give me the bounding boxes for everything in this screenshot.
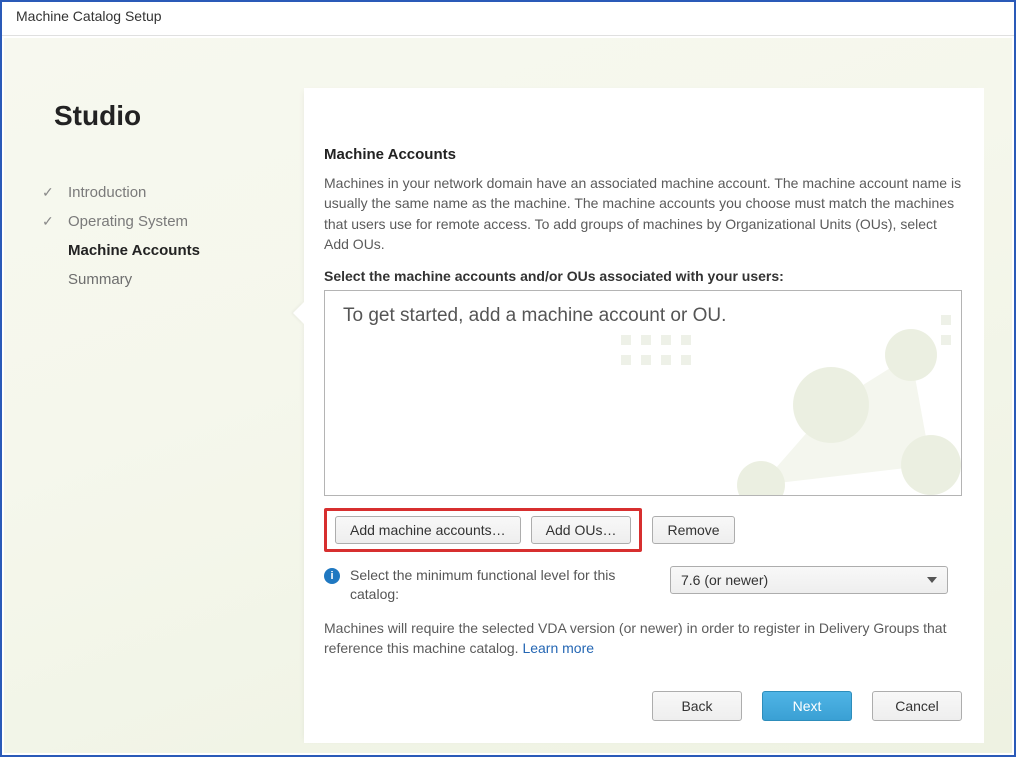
learn-more-link[interactable]: Learn more — [522, 640, 594, 656]
step-label: Introduction — [68, 184, 146, 201]
chevron-down-icon — [927, 577, 937, 583]
back-button[interactable]: Back — [652, 691, 742, 721]
panel-notch — [293, 302, 304, 324]
step-operating-system[interactable]: ✓ Operating System — [42, 207, 272, 236]
wizard-sidebar: Studio ✓ Introduction ✓ Operating System… — [42, 100, 272, 294]
functional-level-row: i Select the minimum functional level fo… — [324, 566, 962, 604]
list-heading: Select the machine accounts and/or OUs a… — [324, 268, 962, 284]
page-description: Machines in your network domain have an … — [324, 173, 962, 254]
select-value: 7.6 (or newer) — [681, 572, 768, 588]
content-area: Studio ✓ Introduction ✓ Operating System… — [4, 38, 1012, 753]
accounts-listbox[interactable]: To get started, add a machine account or… — [324, 290, 962, 496]
brand-title: Studio — [54, 100, 272, 132]
listbox-buttons: Add machine accounts… Add OUs… Remove — [324, 508, 962, 552]
functional-level-select[interactable]: 7.6 (or newer) — [670, 566, 948, 594]
check-icon: ✓ — [42, 184, 58, 201]
add-ous-button[interactable]: Add OUs… — [531, 516, 632, 544]
listbox-placeholder: To get started, add a machine account or… — [343, 305, 726, 326]
wizard-nav-buttons: Back Next Cancel — [652, 691, 962, 721]
main-panel: Machine Accounts Machines in your networ… — [304, 88, 984, 743]
step-summary[interactable]: Summary — [42, 265, 272, 294]
wizard-window: Machine Catalog Setup Studio ✓ Introduct… — [0, 0, 1016, 757]
note-text: Machines will require the selected VDA v… — [324, 620, 947, 656]
cancel-button[interactable]: Cancel — [872, 691, 962, 721]
step-label: Summary — [68, 271, 132, 288]
window-title: Machine Catalog Setup — [2, 2, 1014, 36]
step-label: Operating System — [68, 213, 188, 230]
page-title: Machine Accounts — [324, 146, 962, 163]
remove-button[interactable]: Remove — [652, 516, 734, 544]
add-machine-accounts-button[interactable]: Add machine accounts… — [335, 516, 521, 544]
wizard-steps: ✓ Introduction ✓ Operating System Machin… — [42, 178, 272, 294]
info-icon: i — [324, 568, 340, 584]
highlight-annotation: Add machine accounts… Add OUs… — [324, 508, 642, 552]
step-label: Machine Accounts — [68, 242, 200, 259]
step-machine-accounts[interactable]: Machine Accounts — [42, 236, 272, 265]
functional-level-label: Select the minimum functional level for … — [350, 566, 660, 604]
next-button[interactable]: Next — [762, 691, 852, 721]
check-icon: ✓ — [42, 213, 58, 230]
vda-note: Machines will require the selected VDA v… — [324, 618, 962, 659]
step-introduction[interactable]: ✓ Introduction — [42, 178, 272, 207]
